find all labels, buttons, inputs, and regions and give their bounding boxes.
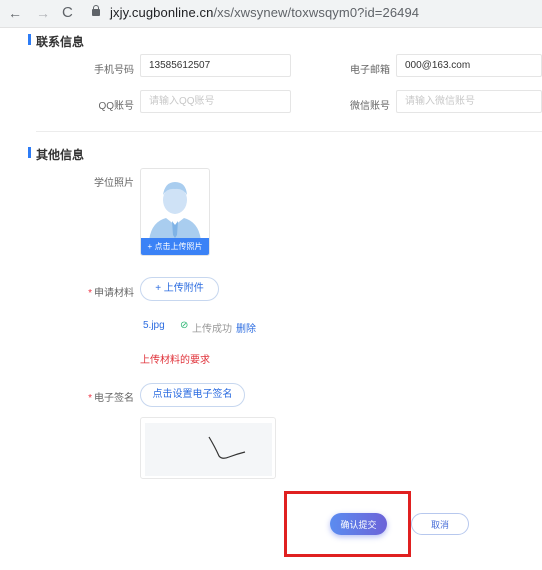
forward-arrow-icon[interactable]: →: [36, 5, 50, 21]
delete-file-link[interactable]: 删除: [236, 320, 256, 335]
required-mark: *: [88, 393, 92, 404]
signature-label: * 电子签名: [70, 389, 134, 404]
upload-attachment-button[interactable]: + 上传附件: [140, 277, 219, 301]
email-label: 电子邮箱: [350, 65, 390, 76]
url-path: /xs/xwsynew/toxwsqym0?id=26494: [213, 5, 420, 20]
upload-status-text: 上传成功: [192, 324, 232, 335]
email-input[interactable]: [396, 54, 542, 77]
signature-canvas: [145, 423, 272, 476]
success-check-icon: ⊘: [180, 320, 189, 331]
photo-label: 学位照片: [94, 178, 134, 189]
avatar-placeholder-icon: [149, 182, 201, 239]
file-name-link[interactable]: 5.jpg: [143, 320, 165, 331]
wechat-label: 微信账号: [350, 101, 390, 112]
back-arrow-icon[interactable]: ←: [8, 5, 22, 21]
section-divider: [36, 131, 542, 132]
phone-input[interactable]: [140, 54, 291, 77]
wechat-input[interactable]: [396, 90, 542, 113]
reload-icon[interactable]: C: [62, 5, 73, 21]
upload-photo-button[interactable]: + 点击上传照片: [141, 238, 209, 255]
signature-stroke: [208, 436, 246, 459]
url-host: jxjy.cugbonline.cn: [110, 5, 214, 20]
photo-upload-box[interactable]: + 点击上传照片: [140, 168, 210, 256]
material-label-text: 申请材料: [94, 288, 134, 299]
material-requirement-link[interactable]: 上传材料的要求: [140, 351, 210, 366]
address-bar[interactable]: jxjy.cugbonline.cn/xs/xwsynew/toxwsqym0?…: [110, 5, 419, 20]
phone-label: 手机号码: [94, 65, 134, 76]
other-section-title: 其他信息: [27, 147, 85, 162]
signature-label-text: 电子签名: [94, 393, 134, 404]
required-mark: *: [88, 288, 92, 299]
material-label: * 申请材料: [70, 284, 134, 299]
signature-preview[interactable]: [140, 417, 276, 479]
cancel-button[interactable]: 取消: [411, 513, 469, 535]
browser-toolbar: ← → C jxjy.cugbonline.cn/xs/xwsynew/toxw…: [0, 0, 542, 28]
qq-label: QQ账号: [98, 101, 134, 112]
lock-icon[interactable]: [92, 5, 100, 16]
contact-section-title: 联系信息: [27, 34, 85, 49]
application-form: 联系信息 手机号码 电子邮箱 QQ账号 微信账号 其他信息 学位照片 + 点击上…: [0, 28, 542, 570]
qq-input[interactable]: [140, 90, 291, 113]
set-signature-button[interactable]: 点击设置电子签名: [140, 383, 245, 407]
confirm-submit-button[interactable]: 确认提交: [330, 513, 387, 535]
